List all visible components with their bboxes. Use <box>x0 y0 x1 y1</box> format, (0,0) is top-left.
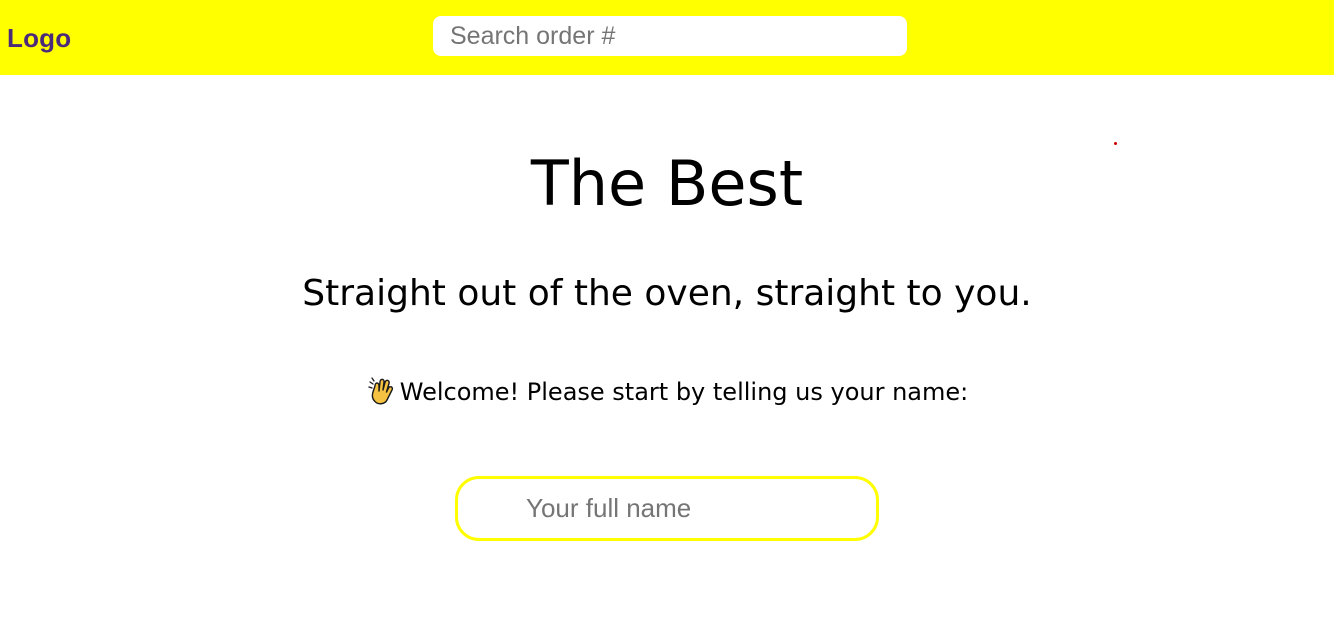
top-header: Logo <box>0 0 1334 75</box>
waving-hand-icon <box>366 374 398 406</box>
logo[interactable]: Logo <box>7 21 71 55</box>
page-title: The Best <box>530 147 804 220</box>
welcome-message: Welcome! Please start by telling us your… <box>0 374 1334 410</box>
decorative-dot <box>1114 142 1117 145</box>
search-order-input[interactable] <box>433 16 907 56</box>
page-subtitle: Straight out of the oven, straight to yo… <box>302 273 1032 314</box>
full-name-input[interactable] <box>455 476 879 541</box>
welcome-text: Welcome! Please start by telling us your… <box>399 378 969 406</box>
